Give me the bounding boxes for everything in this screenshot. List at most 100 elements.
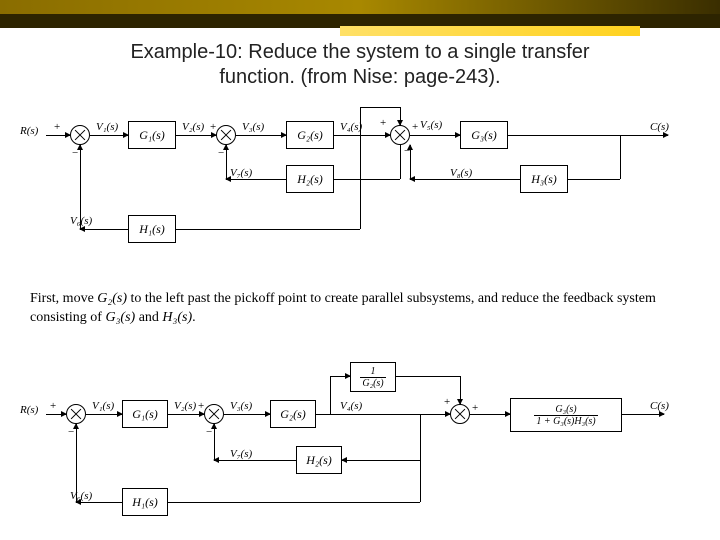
wire bbox=[176, 135, 216, 136]
sign-plus: + bbox=[444, 396, 450, 408]
wire bbox=[334, 135, 390, 136]
para-text: and bbox=[135, 310, 162, 325]
wire bbox=[460, 376, 461, 404]
wire bbox=[420, 460, 421, 502]
label-V1: V₁(s) bbox=[96, 121, 118, 133]
invG2-num: 1 bbox=[371, 366, 376, 377]
wire bbox=[508, 135, 668, 136]
para-G3: G₃(s) bbox=[105, 310, 135, 325]
label-V6: V₆(s) bbox=[70, 490, 92, 502]
sign-plus: + bbox=[198, 400, 204, 412]
block-H2: H₂(s) bbox=[286, 165, 334, 193]
cl-num: G₃(s) bbox=[555, 404, 576, 415]
summing-junction-1 bbox=[66, 404, 86, 424]
para-text: . bbox=[192, 310, 196, 325]
block-closed-loop-G3H3: G₃(s)1 + G₃(s)H₃(s) bbox=[510, 398, 622, 432]
summing-junction-3 bbox=[390, 125, 410, 145]
wire bbox=[330, 376, 350, 377]
wire bbox=[334, 179, 400, 180]
wire bbox=[400, 145, 401, 179]
block-diagram-reduced: R(s) + − V₁(s) G₁(s) V₂(s) + − V₃(s) G₂(… bbox=[20, 380, 700, 530]
wire bbox=[80, 229, 128, 230]
label-V7: V₇(s) bbox=[230, 448, 252, 460]
sign-plus: + bbox=[472, 402, 478, 414]
label-C: C(s) bbox=[650, 400, 669, 412]
block-G2: G₂(s) bbox=[270, 400, 316, 428]
block-G2: G₂(s) bbox=[286, 121, 334, 149]
label-V3: V₃(s) bbox=[242, 121, 264, 133]
label-V2: V₂(s) bbox=[182, 121, 204, 133]
wire bbox=[86, 414, 122, 415]
wire bbox=[168, 502, 420, 503]
block-G3: G₃(s) bbox=[460, 121, 508, 149]
cl-den: 1 + G₃(s)H₃(s) bbox=[534, 415, 597, 427]
para-H3: H₃(s) bbox=[162, 310, 192, 325]
wire bbox=[568, 179, 620, 180]
wire bbox=[410, 145, 411, 179]
sign-plus: + bbox=[210, 121, 216, 133]
block-H3: H₃(s) bbox=[520, 165, 568, 193]
para-text: First, move bbox=[30, 291, 97, 306]
wire bbox=[214, 460, 296, 461]
sign-plus: + bbox=[380, 117, 386, 129]
wire bbox=[236, 135, 286, 136]
wire bbox=[226, 179, 286, 180]
label-C: C(s) bbox=[650, 121, 669, 133]
sign-plus: + bbox=[412, 121, 418, 133]
wire bbox=[342, 460, 420, 461]
para-G2: G₂(s) bbox=[97, 291, 127, 306]
slide-header-band bbox=[0, 0, 720, 28]
wire bbox=[622, 414, 664, 415]
slide-title: Example-10: Reduce the system to a singl… bbox=[0, 40, 720, 90]
label-V1: V₁(s) bbox=[92, 400, 114, 412]
wire bbox=[176, 229, 360, 230]
block-H2: H₂(s) bbox=[296, 446, 342, 474]
summing-junction-2 bbox=[216, 125, 236, 145]
label-R: R(s) bbox=[20, 404, 38, 416]
wire bbox=[224, 414, 270, 415]
wire bbox=[168, 414, 204, 415]
label-V4: V₄(s) bbox=[340, 121, 362, 133]
wire bbox=[330, 376, 331, 414]
block-diagram-original: R(s) + − V₁(s) G₁(s) V₂(s) + − V₃(s) G₂(… bbox=[20, 115, 700, 255]
block-G1: G₁(s) bbox=[128, 121, 176, 149]
label-V4: V₄(s) bbox=[340, 400, 362, 412]
wire bbox=[76, 424, 77, 502]
summing-junction-4 bbox=[450, 404, 470, 424]
wire bbox=[46, 135, 70, 136]
wire bbox=[410, 179, 520, 180]
slide-header-accent bbox=[340, 26, 640, 36]
wire bbox=[620, 135, 621, 179]
wire bbox=[400, 107, 401, 125]
label-R: R(s) bbox=[20, 125, 38, 137]
wire bbox=[80, 145, 81, 229]
block-G1: G₁(s) bbox=[122, 400, 168, 428]
invG2-den: G₂(s) bbox=[360, 377, 385, 389]
summing-junction-1 bbox=[70, 125, 90, 145]
wire bbox=[470, 414, 510, 415]
wire bbox=[46, 414, 66, 415]
wire bbox=[410, 135, 460, 136]
wire bbox=[360, 135, 361, 229]
label-V3: V₃(s) bbox=[230, 400, 252, 412]
sign-plus: + bbox=[54, 121, 60, 133]
wire bbox=[226, 145, 227, 179]
label-V5: V₅(s) bbox=[420, 119, 442, 131]
sign-plus: + bbox=[50, 400, 56, 412]
wire bbox=[396, 376, 460, 377]
label-V8: V₈(s) bbox=[450, 167, 472, 179]
block-1-over-G2: 1G₂(s) bbox=[350, 362, 396, 392]
wire bbox=[316, 414, 450, 415]
title-line-2: function. (from Nise: page-243). bbox=[219, 66, 500, 88]
explanation-paragraph: First, move G₂(s) to the left past the p… bbox=[30, 290, 670, 328]
wire bbox=[214, 424, 215, 460]
summing-junction-2 bbox=[204, 404, 224, 424]
wire bbox=[90, 135, 128, 136]
block-H1: H₁(s) bbox=[128, 215, 176, 243]
block-H1: H₁(s) bbox=[122, 488, 168, 516]
wire bbox=[360, 107, 400, 108]
wire bbox=[76, 502, 122, 503]
wire bbox=[360, 107, 361, 135]
label-V7: V₇(s) bbox=[230, 167, 252, 179]
wire bbox=[420, 414, 421, 460]
